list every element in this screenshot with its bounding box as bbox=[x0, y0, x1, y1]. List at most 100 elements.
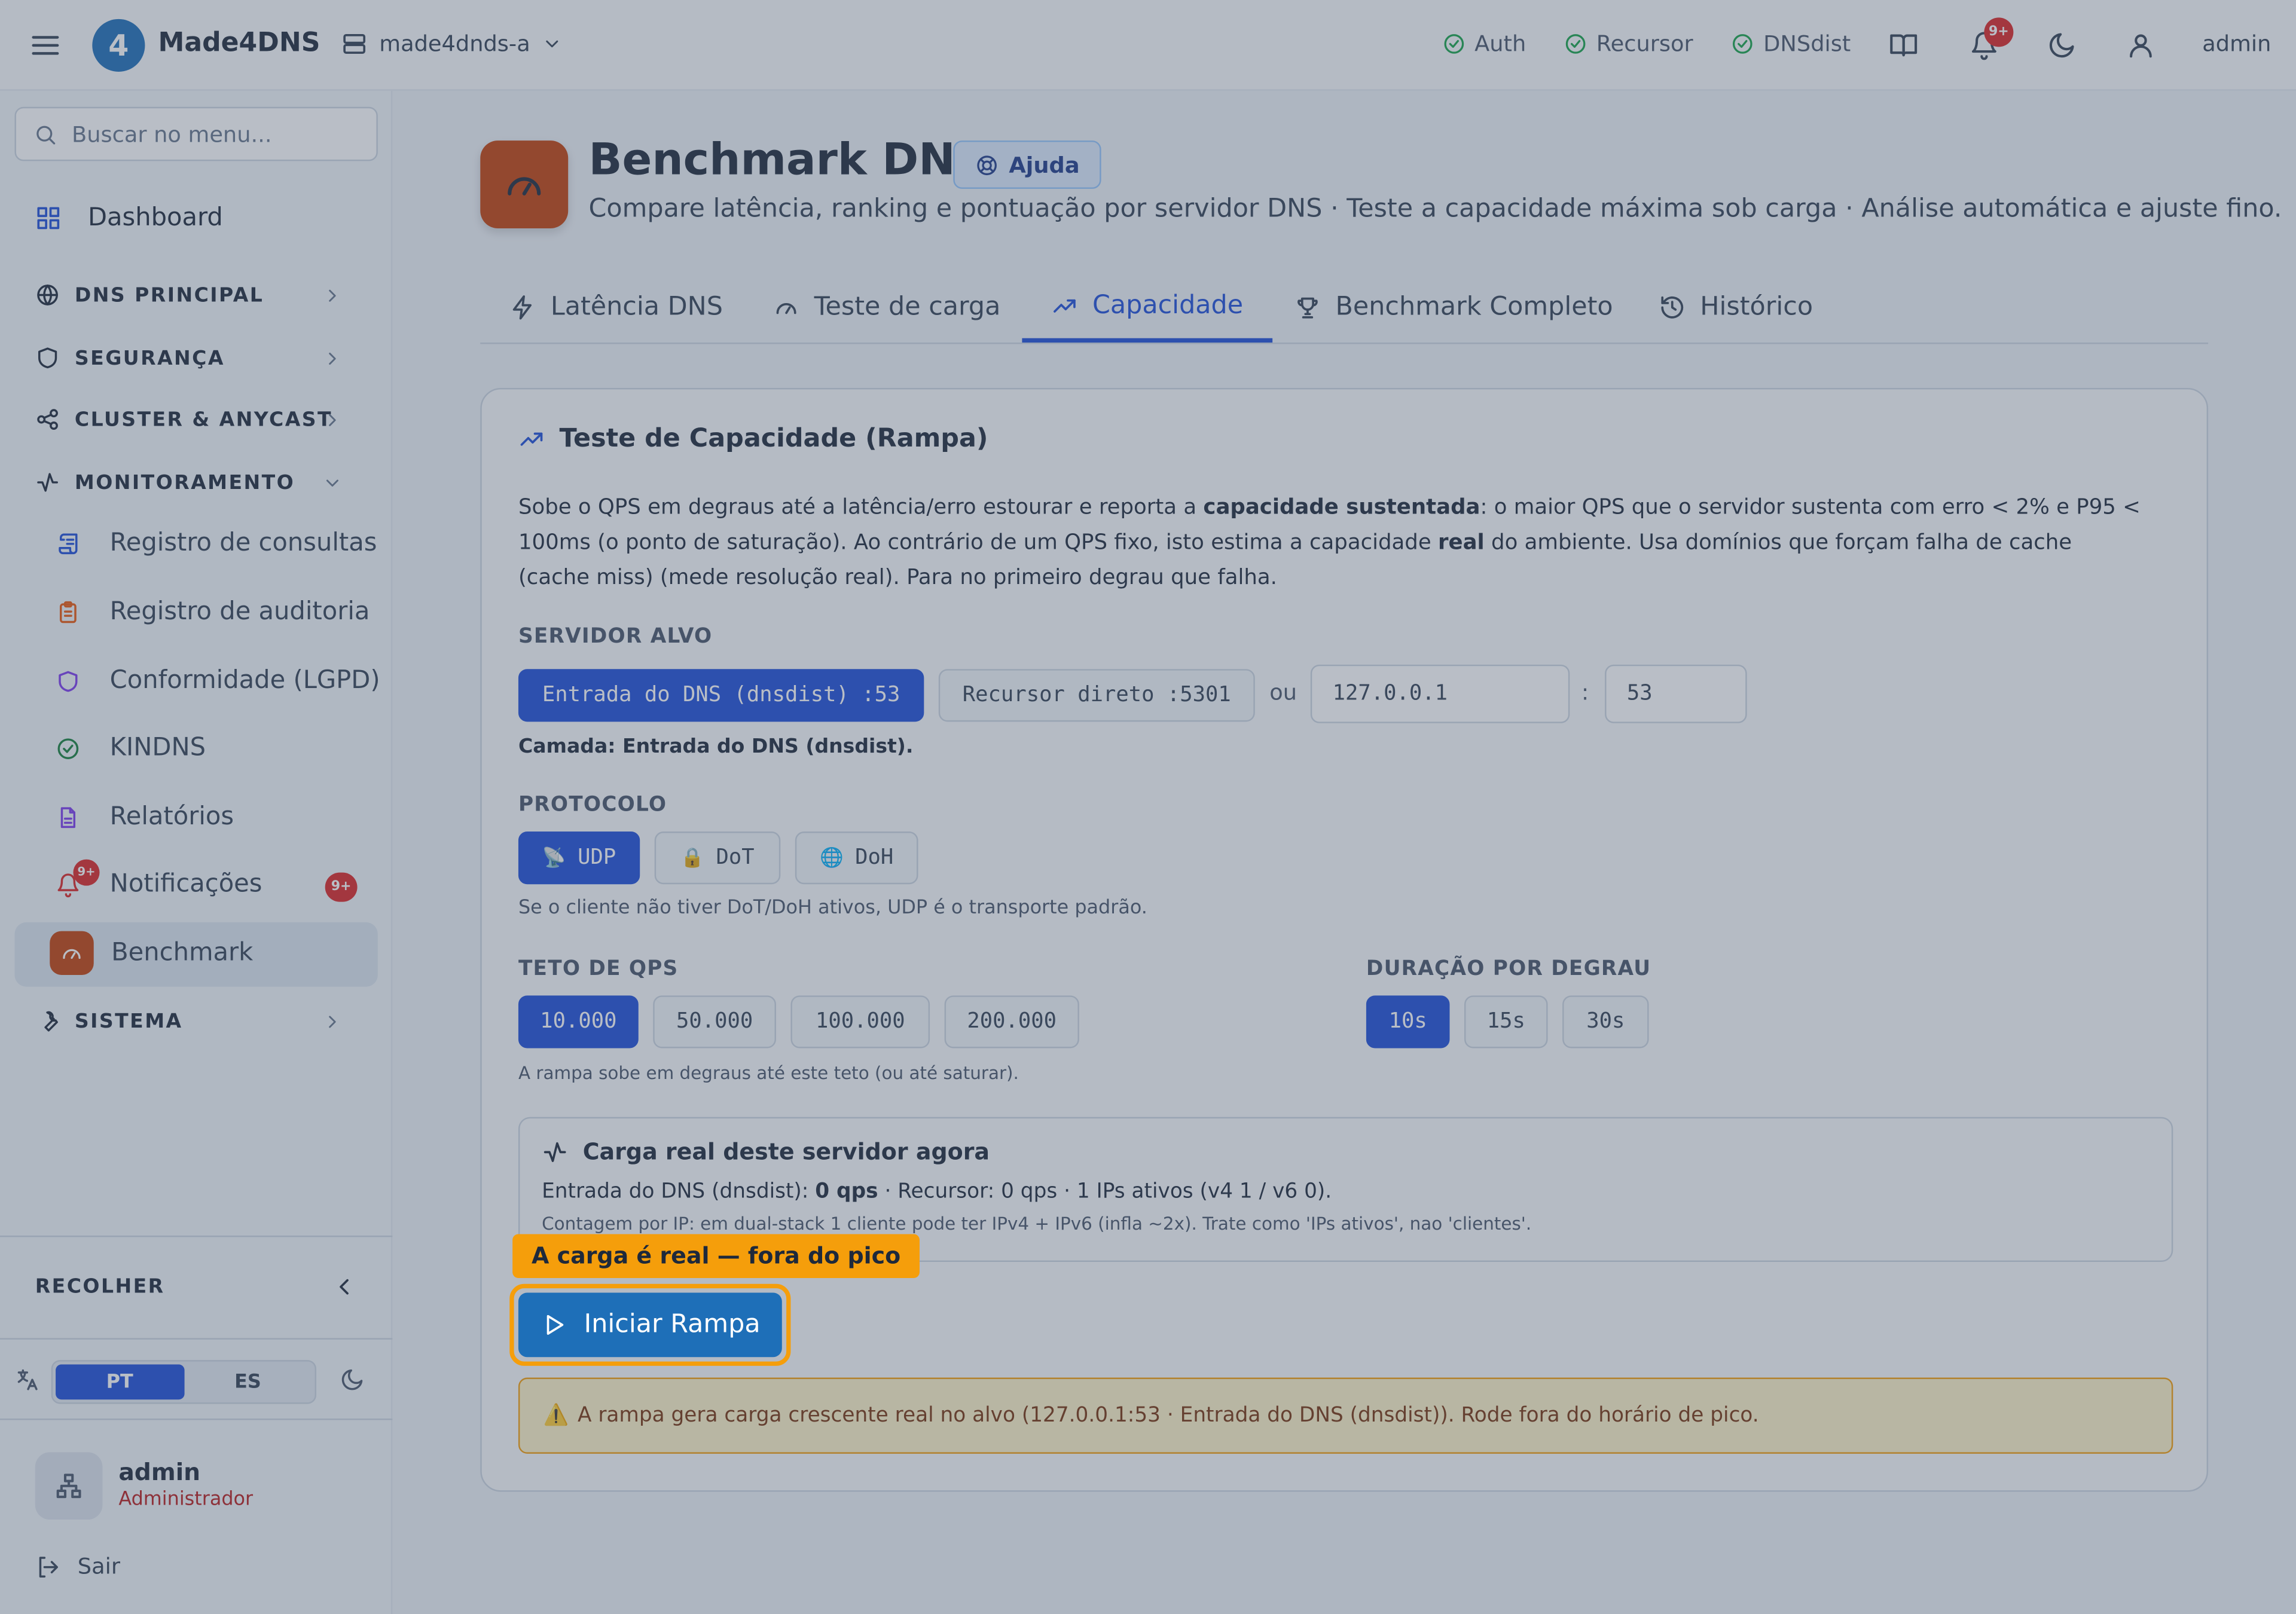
sidebar-section-dns[interactable]: DNS PRINCIPAL bbox=[35, 283, 358, 308]
chevron-right-icon bbox=[329, 1015, 336, 1028]
section-label: CLUSTER & ANYCAST bbox=[74, 408, 333, 432]
qps-option-100000[interactable]: 100.000 bbox=[790, 995, 930, 1049]
card-title: Teste de Capacidade (Rampa) bbox=[518, 424, 988, 454]
wrench-icon bbox=[44, 1011, 58, 1032]
status-recursor-label: Recursor bbox=[1596, 30, 1693, 57]
section-label: DNS PRINCIPAL bbox=[74, 283, 264, 307]
sidebar-item-reports[interactable]: Relatórios bbox=[56, 802, 234, 832]
server-selector[interactable]: made4dnds-a bbox=[341, 30, 563, 57]
sidebar-section-cluster[interactable]: CLUSTER & ANYCAST bbox=[35, 407, 358, 432]
header-username[interactable]: admin bbox=[2202, 30, 2271, 57]
sidebar-item-label: Notificações bbox=[109, 869, 262, 899]
tab-history[interactable]: Histórico bbox=[1630, 273, 1842, 343]
moon-icon[interactable] bbox=[2047, 30, 2077, 60]
sidebar-item-kindns[interactable]: KINDNS bbox=[56, 733, 206, 763]
host-input[interactable]: 127.0.0.1 bbox=[1310, 664, 1570, 723]
sidebar-item-query-log[interactable]: Registro de consultas bbox=[56, 528, 377, 558]
status-dnsdist-label: DNSdist bbox=[1763, 30, 1851, 57]
sidebar-item-compliance[interactable]: Conformidade (LGPD) bbox=[56, 666, 380, 695]
tab-label: Teste de carga bbox=[814, 292, 1001, 322]
trending-up-icon bbox=[520, 432, 543, 446]
status-auth-label: Auth bbox=[1474, 30, 1526, 57]
current-load-values: Entrada do DNS (dnsdist): 0 qps · Recurs… bbox=[542, 1180, 1332, 1203]
notification-badge: 9+ bbox=[1984, 17, 2014, 47]
status-auth[interactable]: Auth bbox=[1442, 30, 1526, 57]
sidebar-collapse-button[interactable]: RECOLHER bbox=[35, 1274, 358, 1300]
protocol-udp-button[interactable]: 📡 UDP bbox=[518, 832, 640, 885]
load-part: · Recursor: 0 qps · 1 IPs ativos (v4 1 /… bbox=[878, 1179, 1332, 1204]
target-dnsdist-button[interactable]: Entrada do DNS (dnsdist) :53 bbox=[518, 669, 924, 722]
chevron-right-icon bbox=[329, 289, 336, 301]
lang-es-button[interactable]: ES bbox=[184, 1364, 312, 1399]
tab-full-benchmark[interactable]: Benchmark Completo bbox=[1265, 273, 1642, 343]
check-circle-icon bbox=[1733, 34, 1753, 54]
book-icon[interactable] bbox=[1889, 30, 1918, 60]
activity-icon bbox=[37, 473, 58, 492]
duration-option-10s[interactable]: 10s bbox=[1366, 995, 1450, 1049]
service-status-list: Auth Recursor DNSdist bbox=[1442, 30, 1851, 57]
menu-icon[interactable] bbox=[29, 29, 62, 62]
trending-up-icon bbox=[1054, 298, 1076, 312]
status-recursor[interactable]: Recursor bbox=[1564, 30, 1693, 57]
duration-option-30s[interactable]: 30s bbox=[1562, 995, 1649, 1049]
search-icon bbox=[36, 125, 56, 144]
section-label: SISTEMA bbox=[74, 1009, 183, 1033]
logout-button[interactable]: Sair bbox=[35, 1553, 120, 1579]
server-icon bbox=[343, 33, 366, 54]
help-label: Ajuda bbox=[1009, 151, 1080, 178]
current-load-note: Contagem por IP: em dual-stack 1 cliente… bbox=[542, 1213, 1532, 1234]
menu-search-input[interactable]: Buscar no menu... bbox=[14, 106, 378, 161]
tab-capacity[interactable]: Capacidade bbox=[1022, 273, 1273, 343]
qps-ceiling-label: TETO DE QPS bbox=[518, 957, 679, 981]
sidebar-footer-divider bbox=[0, 1235, 393, 1237]
history-icon bbox=[1661, 296, 1684, 319]
tab-label: Latência DNS bbox=[550, 292, 723, 322]
port-input[interactable]: 53 bbox=[1605, 664, 1747, 723]
lang-pt-button[interactable]: PT bbox=[56, 1364, 184, 1400]
qps-option-200000[interactable]: 200.000 bbox=[944, 995, 1079, 1049]
protocol-label: PROTOCOLO bbox=[518, 793, 667, 817]
globe-icon bbox=[37, 285, 58, 305]
translate-icon bbox=[14, 1367, 39, 1392]
moon-icon[interactable] bbox=[340, 1367, 365, 1392]
current-load-title-text: Carga real deste servidor agora bbox=[582, 1139, 990, 1166]
user-icon[interactable] bbox=[2126, 30, 2155, 60]
target-recursor-button[interactable]: Recursor direto :5301 bbox=[938, 669, 1255, 722]
tab-label: Capacidade bbox=[1092, 291, 1244, 320]
satellite-icon: 📡 bbox=[542, 846, 566, 869]
tab-latency[interactable]: Latência DNS bbox=[480, 273, 752, 343]
sidebar-section-monitoring[interactable]: MONITORAMENTO bbox=[35, 470, 358, 495]
protocol-note: Se o cliente não tiver DoT/DoH ativos, U… bbox=[518, 897, 1147, 919]
profile-name: admin bbox=[118, 1458, 201, 1486]
gauge-icon bbox=[50, 931, 94, 976]
sidebar-item-audit-log[interactable]: Registro de auditoria bbox=[56, 597, 370, 626]
duration-option-15s[interactable]: 15s bbox=[1464, 995, 1548, 1049]
scroll-icon bbox=[59, 533, 78, 554]
sidebar-item-benchmark[interactable]: Benchmark bbox=[50, 931, 253, 976]
qps-option-50000[interactable]: 50.000 bbox=[653, 995, 776, 1049]
peak-warning-banner: ⚠️ A rampa gera carga crescente real no … bbox=[518, 1377, 2173, 1454]
sidebar-item-notifications[interactable]: 9+ Notificações bbox=[56, 858, 262, 899]
tab-load-test[interactable]: Teste de carga bbox=[744, 273, 1030, 343]
qps-option-10000[interactable]: 10.000 bbox=[518, 995, 639, 1049]
brand-logo[interactable]: 4 bbox=[92, 19, 145, 72]
trophy-icon bbox=[1297, 297, 1318, 319]
colon-label: : bbox=[1581, 679, 1589, 706]
desc-part: Sobe o QPS em degraus até a latência/err… bbox=[518, 496, 1204, 520]
start-ramp-button[interactable]: Iniciar Rampa bbox=[518, 1292, 782, 1358]
status-dnsdist[interactable]: DNSdist bbox=[1731, 30, 1851, 57]
tutorial-tooltip: A carga é real — fora do pico bbox=[512, 1234, 920, 1278]
play-icon bbox=[546, 1315, 563, 1335]
lock-icon: 🔒 bbox=[680, 846, 704, 869]
profile-avatar[interactable] bbox=[35, 1452, 103, 1520]
sidebar-item-label: Relatórios bbox=[109, 802, 234, 832]
sidebar-item-dashboard[interactable]: Dashboard bbox=[35, 203, 223, 233]
app-root: 4 Made4DNS made4dnds-a Auth Recursor DNS… bbox=[0, 0, 2296, 1614]
chevron-down-icon bbox=[326, 479, 338, 486]
help-button[interactable]: Ajuda bbox=[953, 140, 1102, 189]
sidebar-section-system[interactable]: SISTEMA bbox=[35, 1008, 358, 1034]
sidebar-section-security[interactable]: SEGURANÇA bbox=[35, 346, 358, 371]
protocol-dot-button[interactable]: 🔒 DoT bbox=[654, 832, 781, 885]
protocol-doh-button[interactable]: 🌐 DoH bbox=[795, 832, 918, 885]
brand-name[interactable]: Made4DNS bbox=[158, 28, 320, 59]
